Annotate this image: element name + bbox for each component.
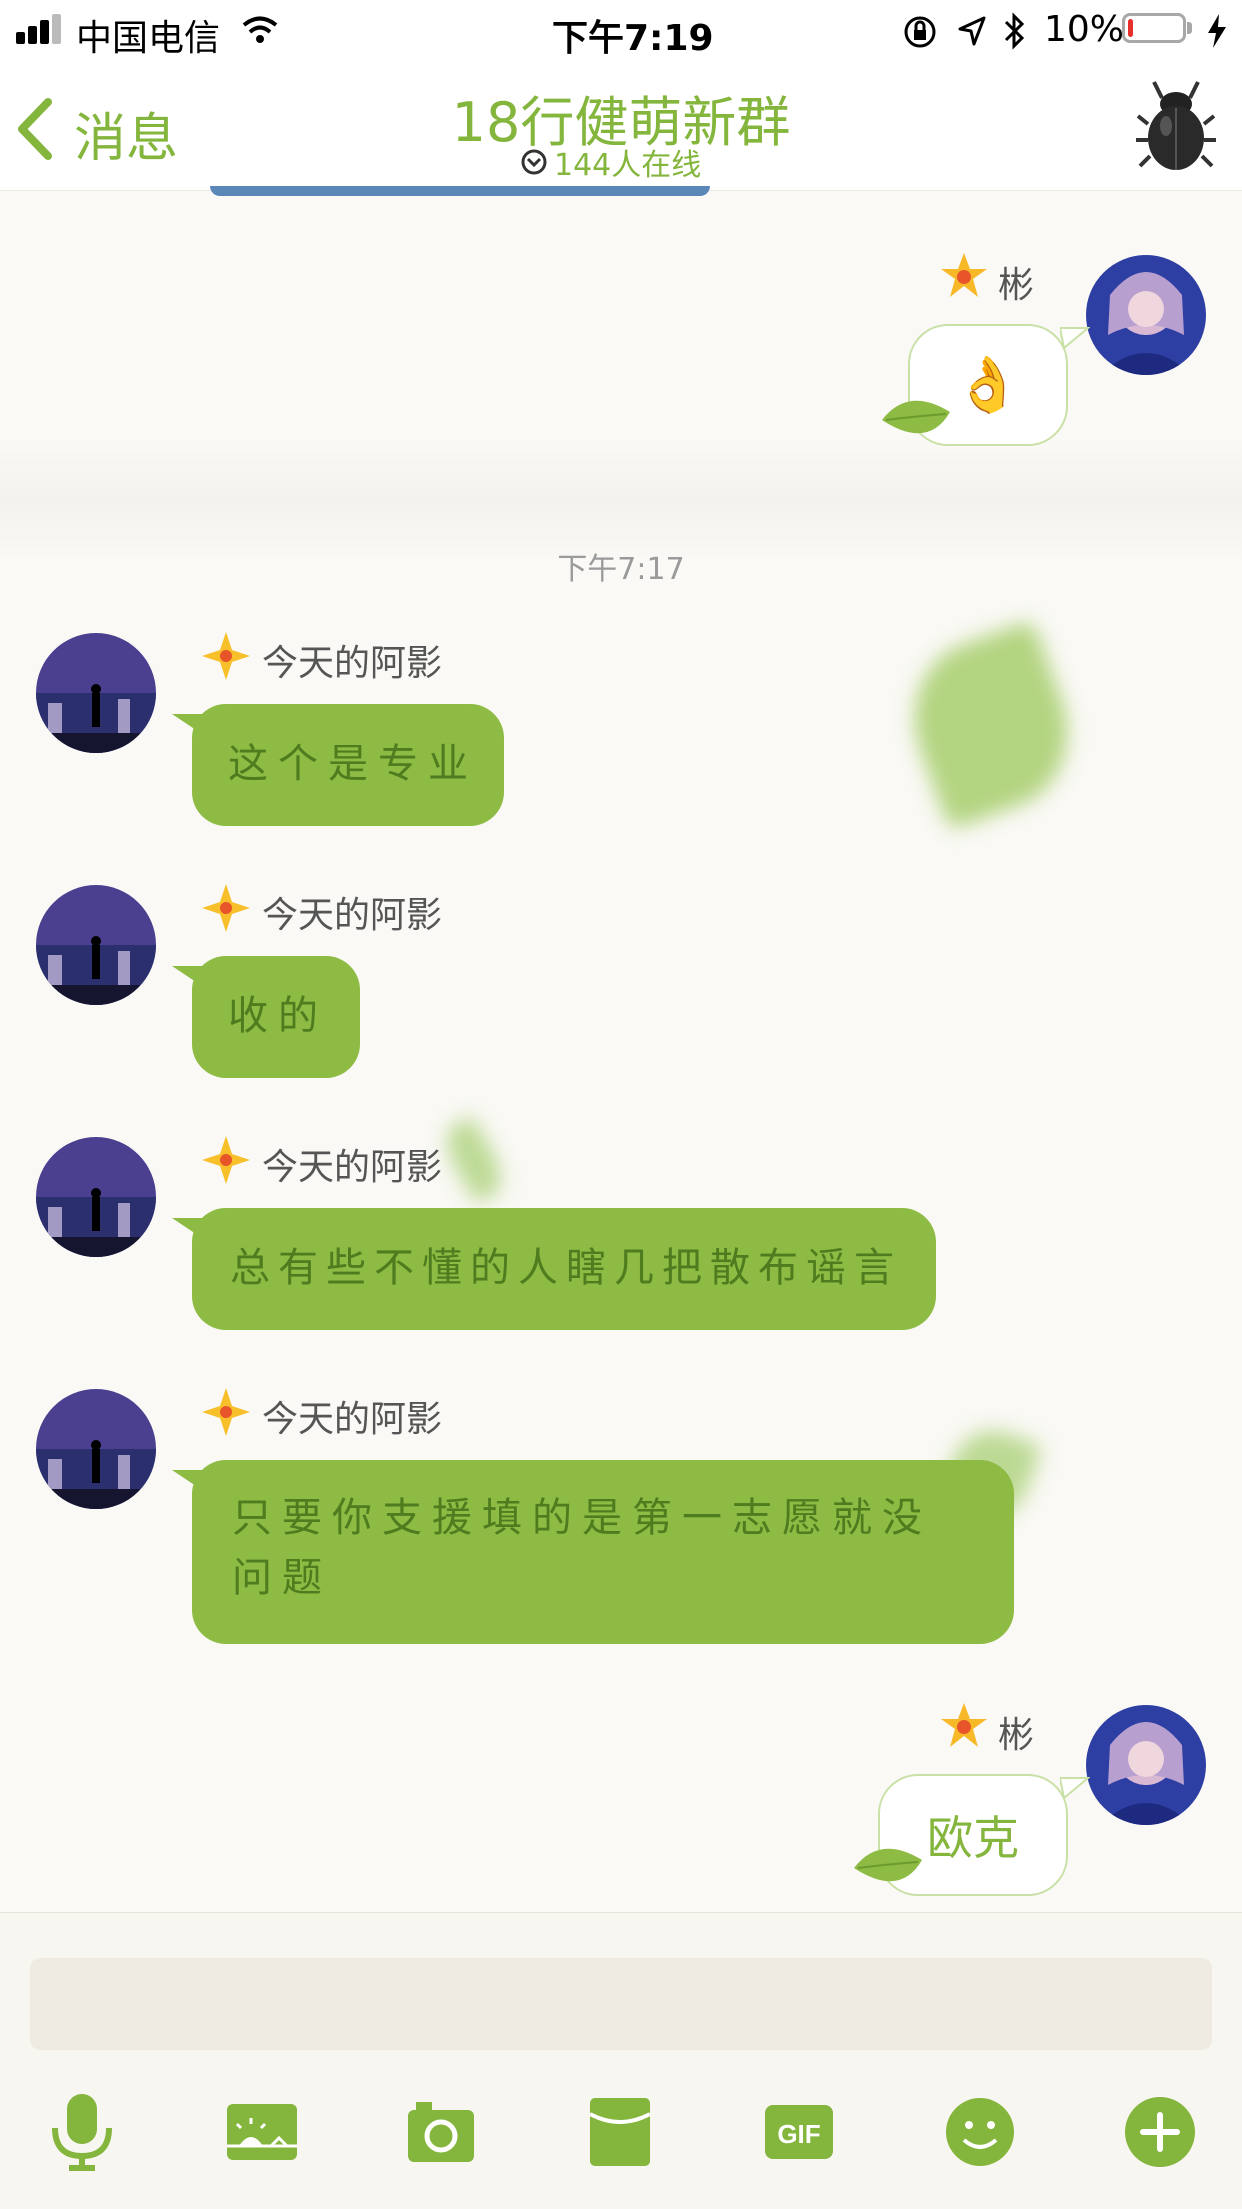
leaf-decoration: [891, 619, 1091, 831]
beetle-icon[interactable]: [1136, 78, 1216, 174]
status-bar: 中国电信 下午7:19 10%: [0, 0, 1242, 62]
sender-name: 彬: [998, 1715, 1035, 1756]
location-icon: [958, 16, 986, 46]
sender-name: 今天的阿影: [262, 643, 443, 684]
avatar[interactable]: [36, 1137, 156, 1257]
diamond-badge-icon: [200, 1134, 252, 1186]
bluetooth-icon: [1004, 12, 1025, 50]
red-packet-icon[interactable]: [580, 2092, 660, 2172]
message-text: 只要你支援填的是第一志愿就没问题: [232, 1495, 932, 1601]
emoji-icon[interactable]: [940, 2092, 1020, 2172]
message-text: 收的: [228, 993, 328, 1039]
background-streak: [0, 440, 1242, 560]
battery-percent: 10%: [1044, 9, 1125, 50]
camera-icon[interactable]: [401, 2092, 481, 2172]
avatar[interactable]: [36, 885, 156, 1005]
star-badge-icon: [938, 1700, 990, 1752]
online-count: 144人在线: [554, 148, 702, 183]
avatar[interactable]: [36, 1389, 156, 1509]
gif-label: GIF: [777, 2119, 820, 2149]
avatar[interactable]: [1086, 255, 1206, 375]
nav-bar: 消息 18行健萌新群 144人在线: [0, 62, 1242, 191]
bubble-tail: [1060, 327, 1090, 350]
message-text: 这个是专业: [228, 741, 478, 787]
leaf-icon: [854, 1848, 922, 1882]
message-bubble[interactable]: 只要你支援填的是第一志愿就没问题: [192, 1460, 1014, 1644]
message-bubble[interactable]: 收的: [192, 956, 360, 1078]
orientation-lock-icon: [904, 16, 936, 48]
star-badge-icon: [938, 250, 990, 302]
avatar[interactable]: [36, 633, 156, 753]
mic-icon[interactable]: [42, 2092, 122, 2172]
message-bubble[interactable]: 这个是专业: [192, 704, 504, 826]
signal-icon: [16, 0, 72, 62]
leaf-icon: [882, 400, 950, 434]
sender-name: 今天的阿影: [262, 895, 443, 936]
previous-message-edge: [210, 186, 710, 196]
carrier-label: 中国电信: [76, 18, 221, 59]
status-time: 下午7:19: [552, 18, 714, 59]
gif-icon[interactable]: GIF: [759, 2092, 839, 2172]
bubble-tail: [1060, 1777, 1090, 1800]
diamond-badge-icon: [200, 1386, 252, 1438]
message-text: 欧克: [927, 1811, 1019, 1865]
sender-name: 今天的阿影: [262, 1147, 443, 1188]
leaf-decoration: [436, 1115, 512, 1205]
sender-name: 今天的阿影: [262, 1399, 443, 1440]
diamond-badge-icon: [200, 882, 252, 934]
message-input[interactable]: [30, 1958, 1212, 2050]
battery-tip: [1187, 22, 1192, 34]
message-bubble[interactable]: 总有些不懂的人瞎几把散布谣言: [192, 1208, 936, 1330]
wifi-icon: [242, 16, 278, 43]
sender-name: 彬: [998, 265, 1035, 306]
avatar[interactable]: [1086, 1705, 1206, 1825]
diamond-badge-icon: [200, 630, 252, 682]
online-status[interactable]: 144人在线: [520, 142, 720, 183]
battery-icon: [1122, 13, 1186, 43]
dropdown-circle-icon: [521, 149, 547, 175]
message-text: 总有些不懂的人瞎几把散布谣言: [230, 1245, 902, 1291]
message-timestamp: 下午7:17: [557, 552, 685, 587]
photo-icon[interactable]: [222, 2092, 302, 2172]
message-text: 👌: [954, 353, 1022, 416]
plus-icon[interactable]: [1120, 2092, 1200, 2172]
charging-icon: [1208, 14, 1226, 48]
